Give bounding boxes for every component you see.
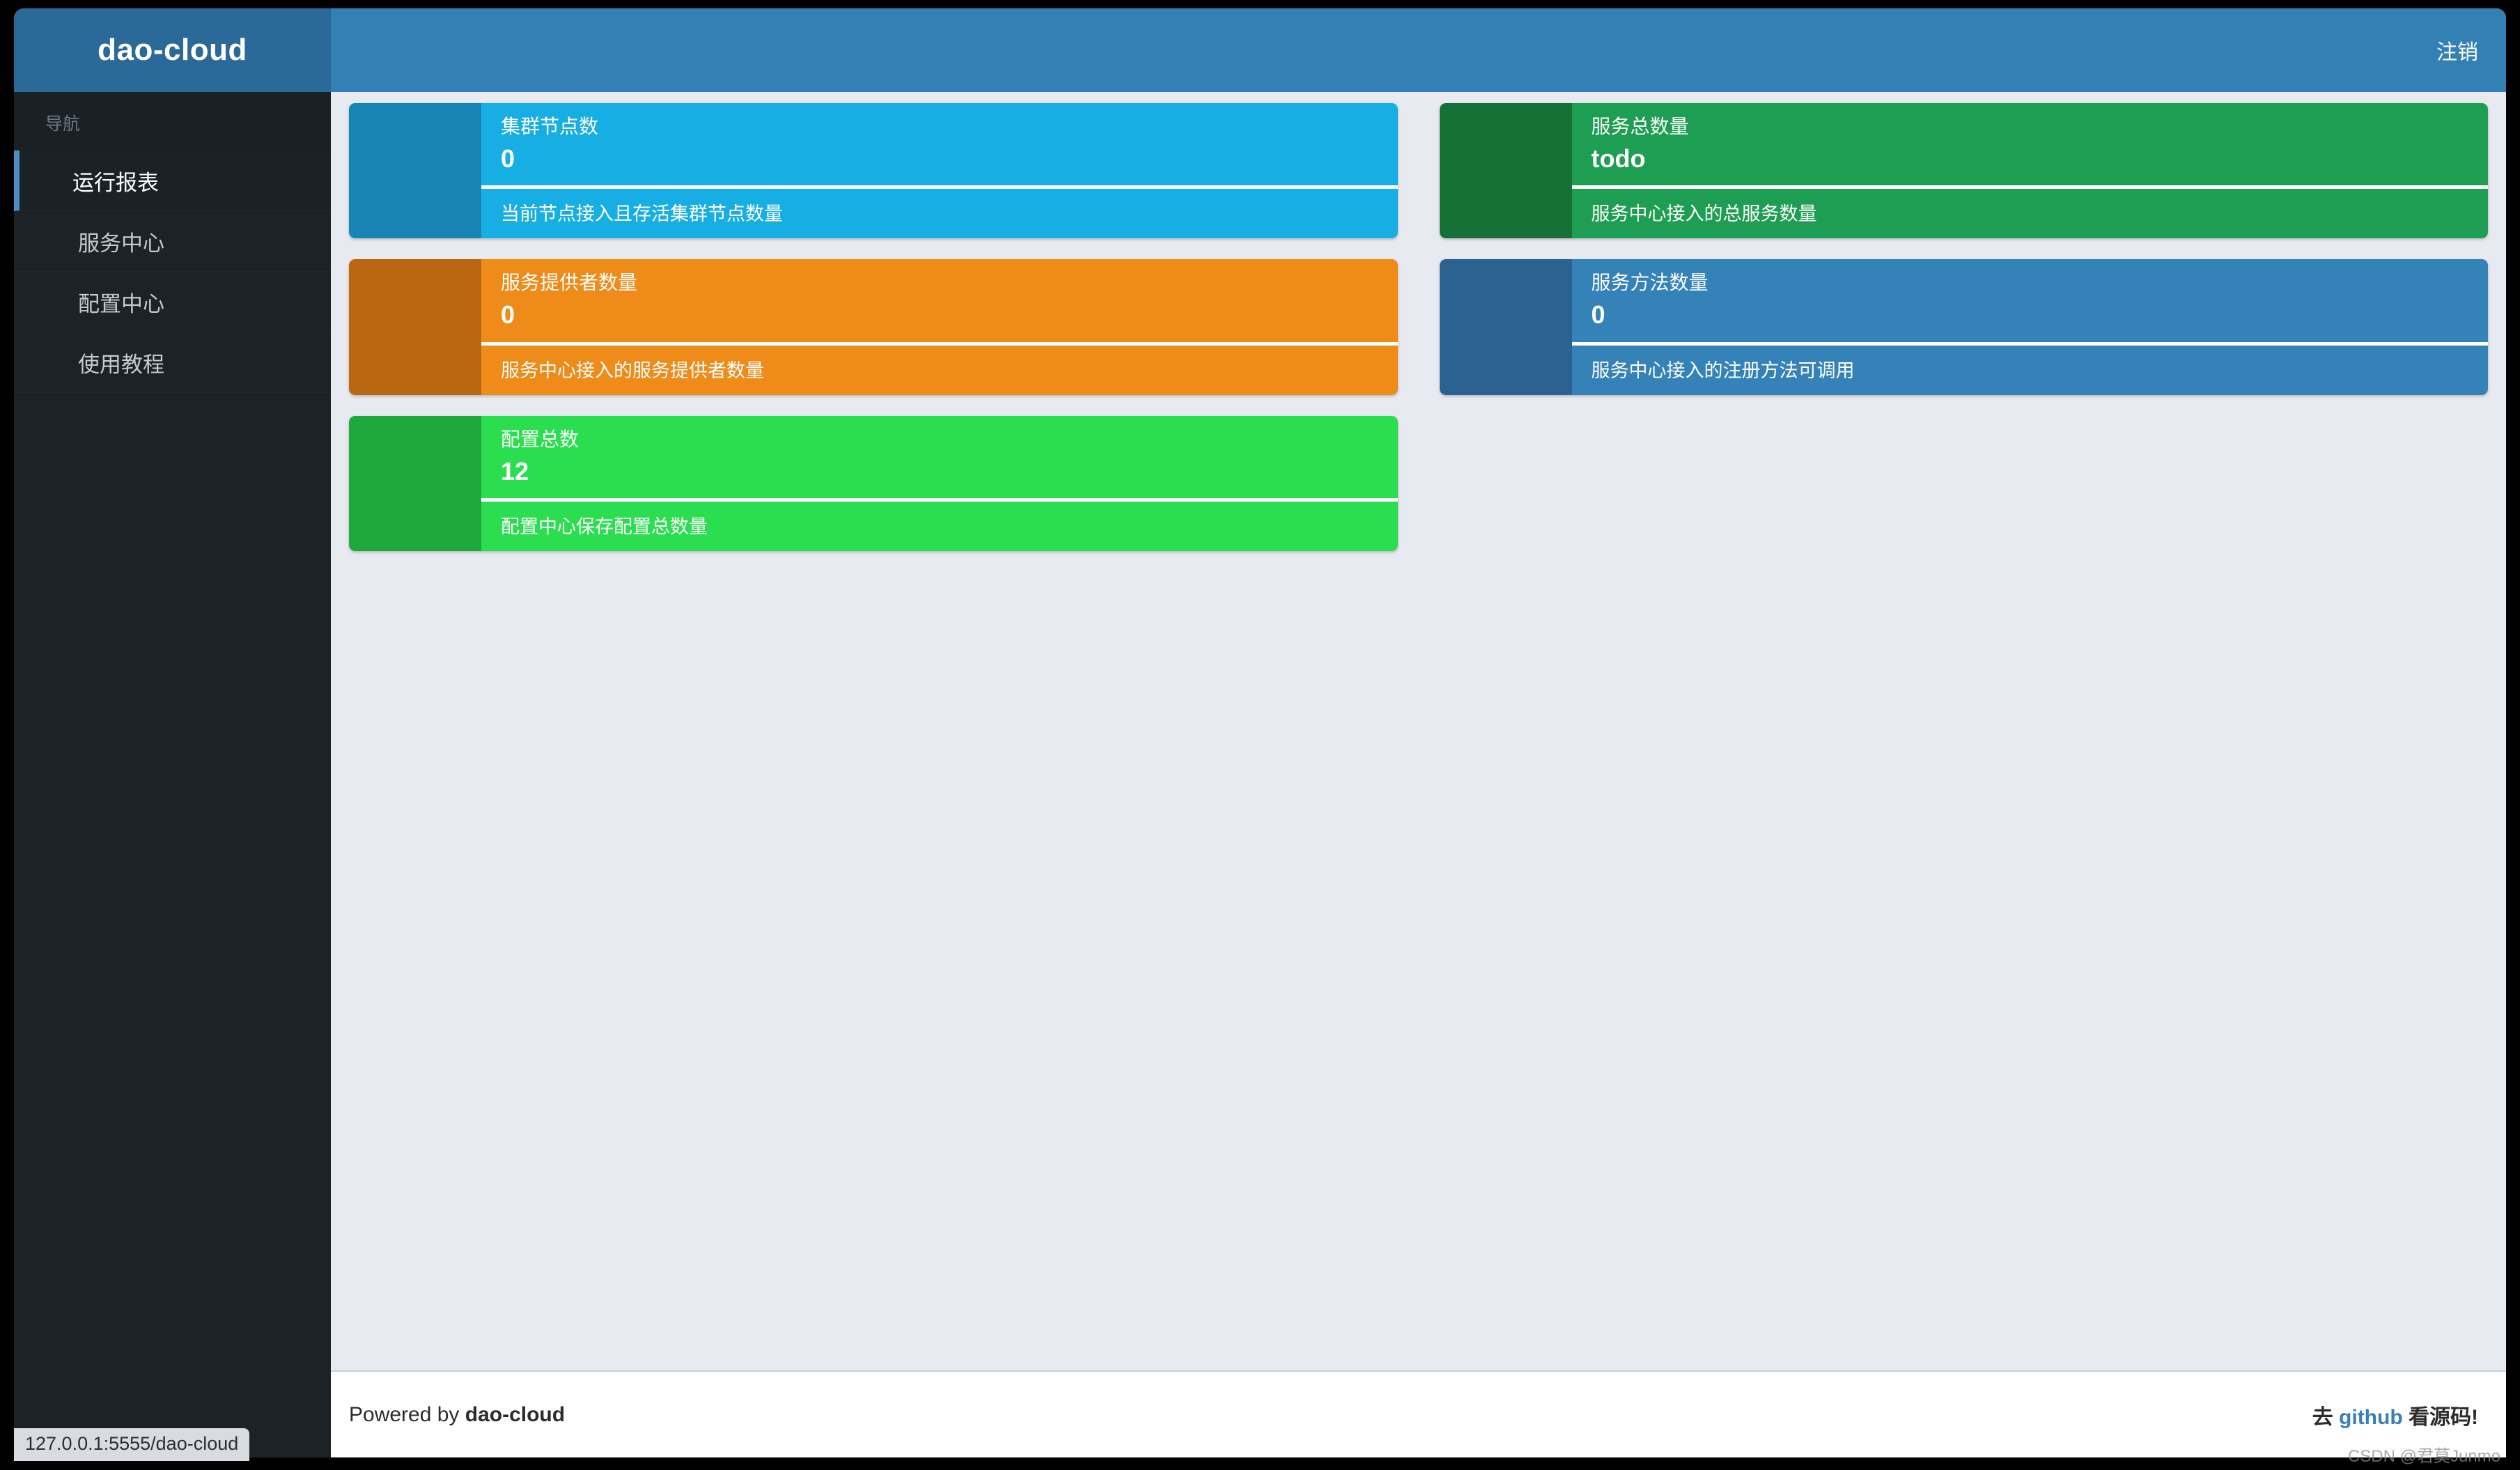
- service-total-icon: [1439, 103, 1572, 239]
- footer-powered-prefix: Powered by: [349, 1402, 465, 1426]
- stat-card-top: 配置总数 12: [481, 416, 1398, 498]
- stat-card-description: 服务中心接入的注册方法可调用: [1591, 359, 1855, 381]
- sidebar-item-label: 配置中心: [78, 291, 164, 316]
- stat-card-value: 0: [501, 144, 515, 173]
- stat-card-top: 集群节点数 0: [481, 103, 1398, 185]
- stat-card-title: 服务方法数量: [1591, 272, 1709, 294]
- stat-card[interactable]: 服务总数量 todo 服务中心接入的总服务数量: [1439, 103, 2489, 239]
- stat-card-top: 服务方法数量 0: [1572, 259, 2489, 341]
- brand-title: dao-cloud: [98, 33, 247, 67]
- footer-github-prefix: 去: [2312, 1405, 2340, 1429]
- service-method-icon: [1439, 259, 1572, 395]
- stat-card-column-left: 集群节点数 0 当前节点接入且存活集群节点数量 服务提供者数量 0 服务中心接入…: [349, 103, 1398, 572]
- stat-card-column-right: 服务总数量 todo 服务中心接入的总服务数量 服务方法数量 0 服务中心接入的…: [1439, 103, 2489, 572]
- stat-card[interactable]: 服务方法数量 0 服务中心接入的注册方法可调用: [1439, 259, 2489, 395]
- sidebar: dao-cloud 导航 运行报表 服务中心 配置中心 使用教程: [14, 8, 331, 1457]
- stat-card-top: 服务提供者数量 0: [481, 259, 1398, 341]
- sidebar-item-service-center[interactable]: 服务中心: [14, 211, 331, 272]
- footer-github-suffix: 看源码!: [2402, 1405, 2478, 1429]
- stat-card-body: 服务总数量 todo 服务中心接入的总服务数量: [1571, 103, 2489, 239]
- stat-card-value: 0: [1591, 300, 1605, 330]
- watermark-text: CSDN @君莫Junmo: [2347, 1447, 2500, 1466]
- sidebar-item-tutorial[interactable]: 使用教程: [14, 332, 331, 393]
- stat-card-title: 服务总数量: [1591, 116, 1689, 137]
- github-link[interactable]: github: [2339, 1406, 2403, 1429]
- footer-powered-by: Powered by dao-cloud: [349, 1403, 565, 1427]
- config-total-icon: [349, 415, 481, 552]
- sidebar-item-label: 使用教程: [78, 352, 164, 377]
- stat-card-body: 服务方法数量 0 服务中心接入的注册方法可调用: [1571, 259, 2489, 395]
- status-bar-url: 127.0.0.1:5555/dao-cloud: [14, 1428, 250, 1461]
- sidebar-item-config-center[interactable]: 配置中心: [14, 272, 331, 332]
- stat-card-description: 服务中心接入的总服务数量: [1591, 203, 1817, 225]
- sidebar-nav-heading: 导航: [14, 92, 331, 150]
- sidebar-item-label: 服务中心: [78, 231, 164, 256]
- footer-github-link[interactable]: 去 github 看源码!: [2312, 1400, 2478, 1430]
- sidebar-item-label: 运行报表: [72, 170, 159, 195]
- stat-card-description: 服务中心接入的服务提供者数量: [501, 359, 764, 381]
- stat-card-top: 服务总数量 todo: [1572, 103, 2489, 185]
- stat-card-description: 当前节点接入且存活集群节点数量: [501, 203, 783, 225]
- stat-card-grid: 集群节点数 0 当前节点接入且存活集群节点数量 服务提供者数量 0 服务中心接入…: [349, 103, 2488, 572]
- cluster-node-icon: [349, 103, 481, 239]
- stat-card-value: 12: [501, 456, 529, 486]
- stat-card-description: 配置中心保存配置总数量: [501, 516, 708, 538]
- browser-window: dao-cloud 导航 运行报表 服务中心 配置中心 使用教程 注销 集群节点…: [14, 8, 2506, 1457]
- brand-header: dao-cloud: [14, 8, 331, 92]
- stat-card-body: 配置总数 12 配置中心保存配置总数量: [481, 415, 1398, 552]
- stat-card[interactable]: 服务提供者数量 0 服务中心接入的服务提供者数量: [349, 259, 1398, 395]
- stat-card-title: 配置总数: [501, 428, 580, 450]
- stat-card-title: 服务提供者数量: [501, 272, 638, 294]
- logout-button[interactable]: 注销: [2436, 35, 2478, 65]
- main-content: 集群节点数 0 当前节点接入且存活集群节点数量 服务提供者数量 0 服务中心接入…: [331, 92, 2506, 1370]
- stat-card[interactable]: 集群节点数 0 当前节点接入且存活集群节点数量: [349, 103, 1398, 239]
- top-bar: 注销: [331, 8, 2506, 92]
- stat-card-value: todo: [1591, 144, 1646, 173]
- stat-card[interactable]: 配置总数 12 配置中心保存配置总数量: [349, 415, 1398, 552]
- sidebar-item-run-report[interactable]: 运行报表: [14, 150, 331, 211]
- service-provider-icon: [349, 259, 481, 395]
- stat-card-value: 0: [501, 300, 515, 330]
- footer-powered-brand: dao-cloud: [465, 1402, 566, 1426]
- stat-card-body: 集群节点数 0 当前节点接入且存活集群节点数量: [481, 103, 1398, 239]
- page-footer: Powered by dao-cloud 去 github 看源码!: [331, 1370, 2506, 1457]
- stat-card-title: 集群节点数: [501, 116, 599, 137]
- stat-card-body: 服务提供者数量 0 服务中心接入的服务提供者数量: [481, 259, 1398, 395]
